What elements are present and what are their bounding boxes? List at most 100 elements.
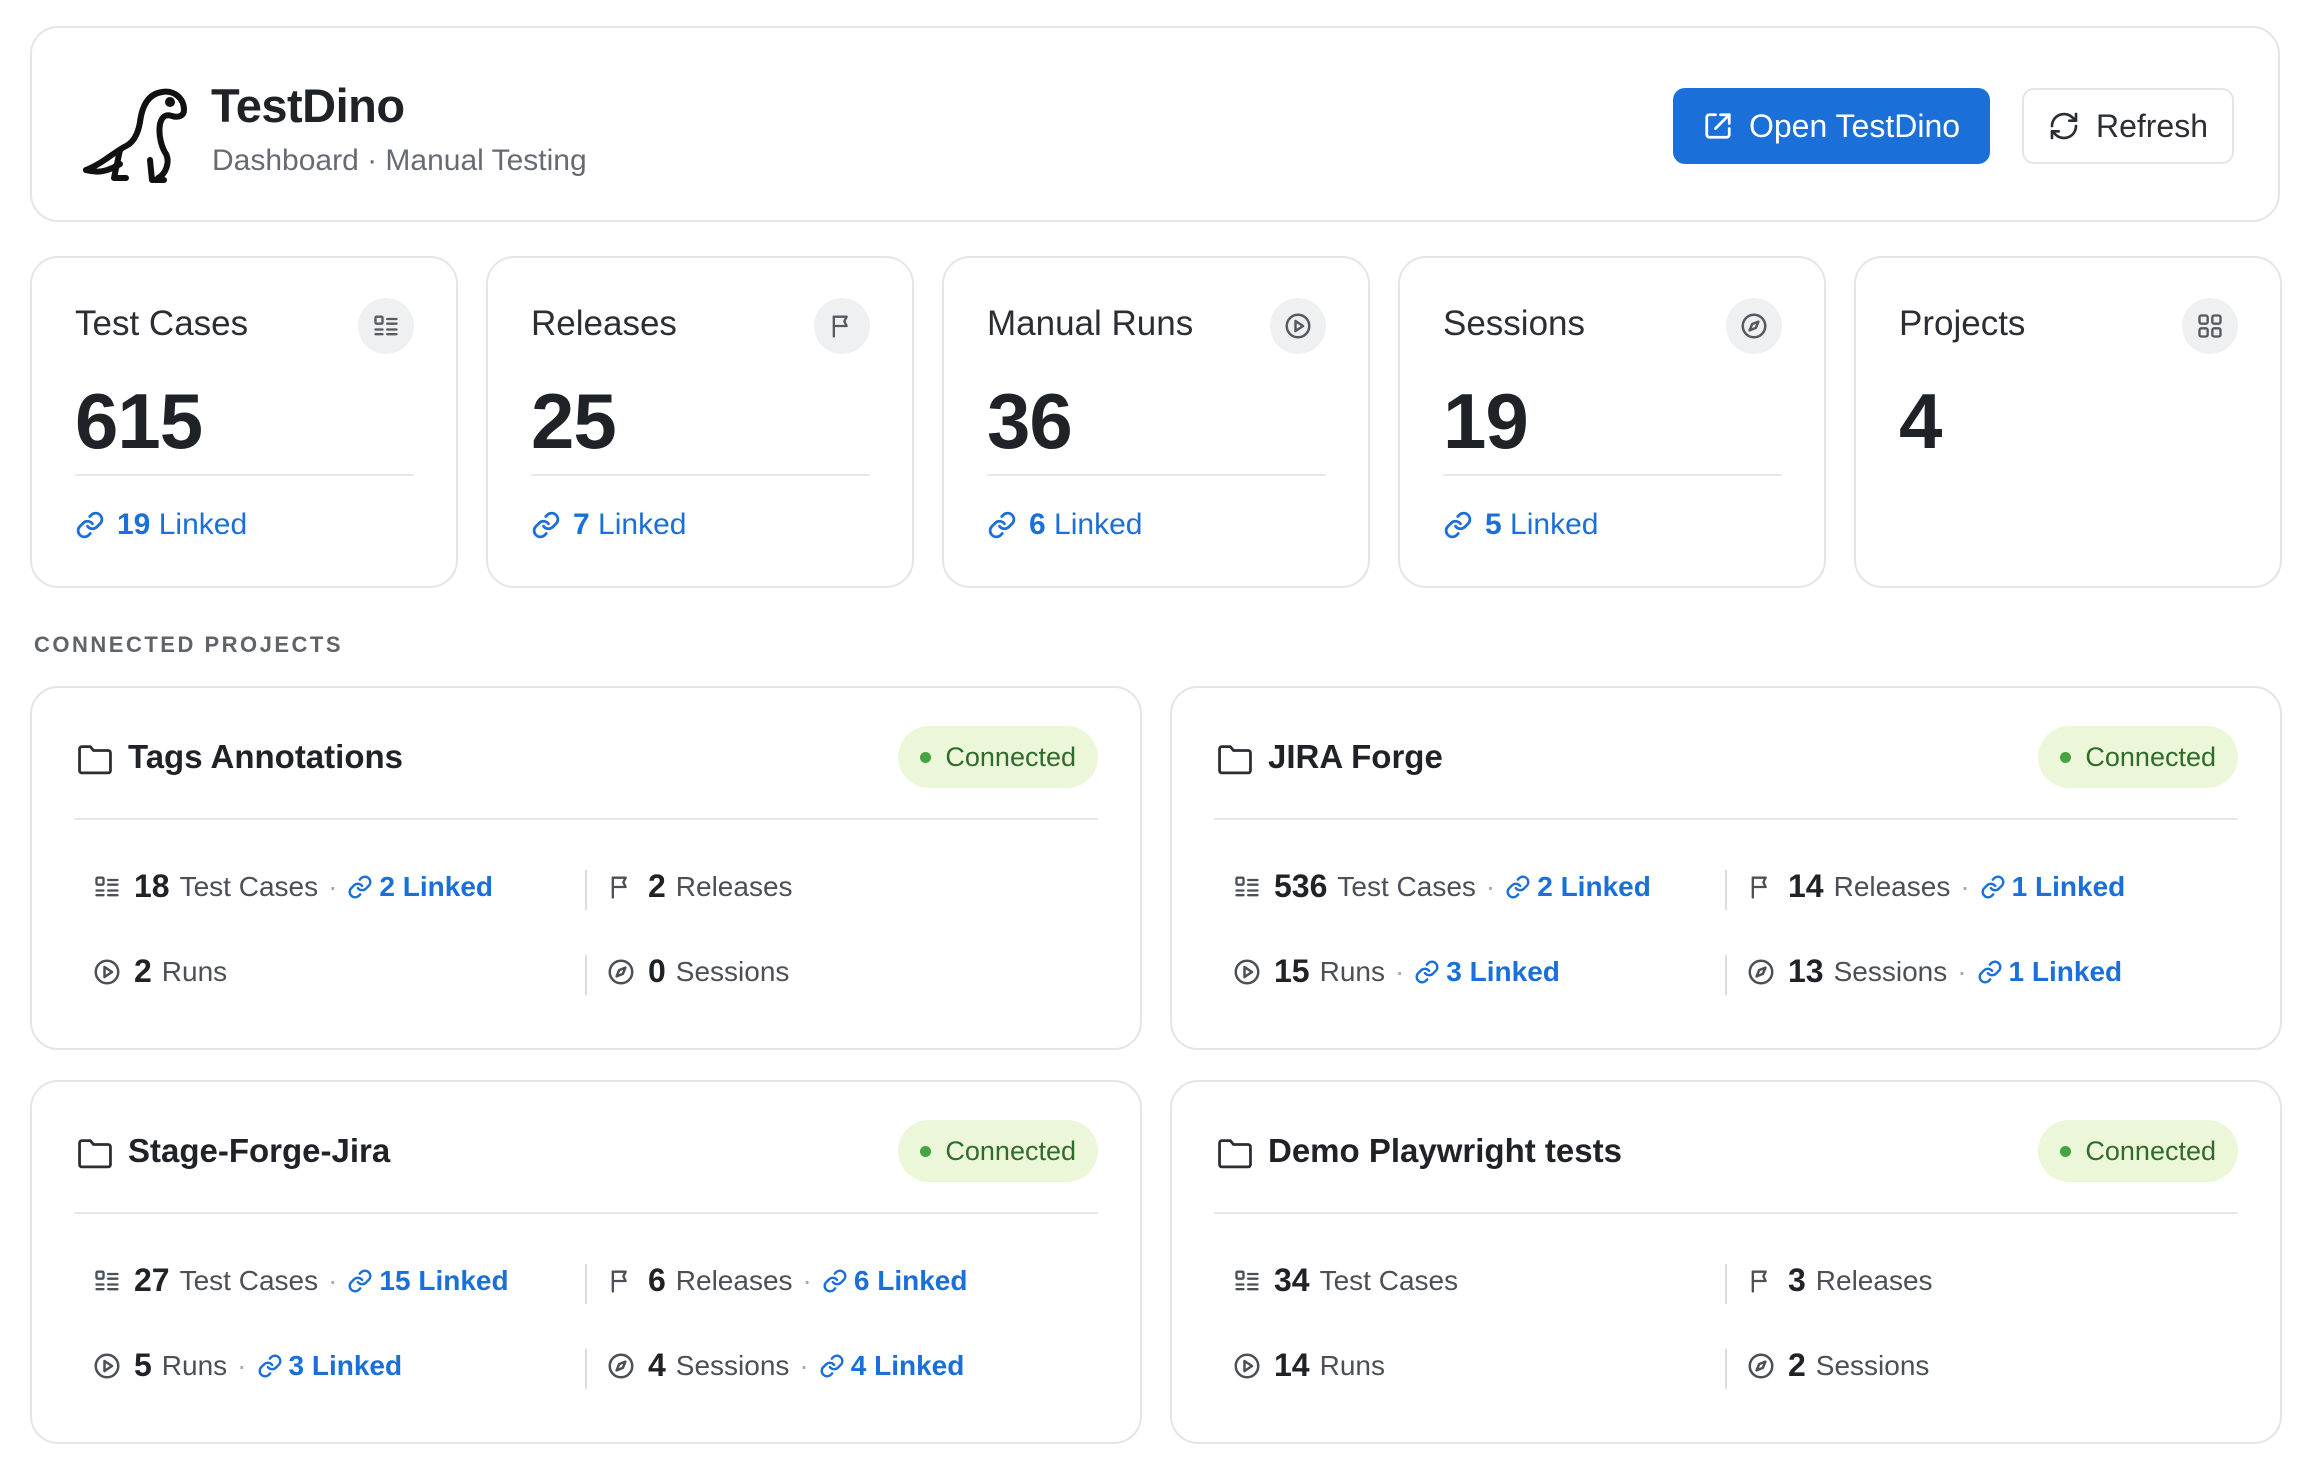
compass-icon	[1746, 957, 1776, 987]
metric-divider	[585, 1264, 587, 1304]
metric-sessions: 13 Sessions · 1 Linked	[1746, 953, 2122, 990]
link-icon	[1444, 511, 1472, 539]
metric-linked-link[interactable]: 15 Linked	[347, 1265, 509, 1297]
external-link-icon	[1705, 113, 1731, 139]
metric-divider	[585, 870, 587, 910]
metric-count: 5	[134, 1347, 152, 1383]
link-icon	[823, 1269, 847, 1292]
metric-label: Sessions	[1815, 1349, 1930, 1381]
metric-label: Releases	[675, 1264, 793, 1296]
status-badge: Connected	[2038, 1120, 2238, 1182]
metric-linked-count: 2	[379, 870, 395, 902]
project-card[interactable]: Tags Annotations Connected 18 Test Cases…	[30, 686, 1142, 1050]
metric-sessions: 4 Sessions · 4 Linked	[606, 1347, 964, 1384]
metric-linked-link[interactable]: 3 Linked	[257, 1349, 403, 1382]
metric-runs: 14 Runs	[1232, 1347, 1385, 1384]
metric-label: Runs	[161, 955, 228, 987]
metric-linked-count: 4	[850, 1349, 867, 1381]
metric-test-cases: 536 Test Cases · 2 Linked	[1232, 868, 1651, 905]
metric-separator: ·	[237, 1349, 247, 1381]
metric-linked-word: Linked	[311, 1349, 403, 1381]
stat-linked-link[interactable]: 19 Linked	[75, 508, 247, 542]
stat-card-sessions[interactable]: Sessions 19 5 Linked	[1398, 256, 1826, 588]
metric-linked-word: Linked	[874, 1349, 965, 1381]
metric-releases: 3 Releases	[1746, 1262, 1933, 1299]
metric-releases: 6 Releases · 6 Linked	[606, 1262, 967, 1299]
metric-count: 6	[648, 1262, 666, 1298]
status-label: Connected	[2085, 1135, 2216, 1166]
stat-linked-word: Linked	[1054, 508, 1143, 541]
metric-runs: 2 Runs	[92, 953, 227, 990]
status-label: Connected	[945, 1135, 1076, 1166]
metric-label: Test Cases	[1337, 870, 1476, 902]
dino-logo-icon	[83, 88, 187, 183]
metric-linked-word: Linked	[1469, 955, 1560, 987]
stat-linked-link[interactable]: 6 Linked	[987, 508, 1142, 542]
app-title: TestDino	[211, 79, 405, 132]
metric-linked-link[interactable]: 2 Linked	[347, 871, 493, 903]
list-icon	[1232, 1267, 1262, 1295]
stat-linked-count: 7	[573, 508, 590, 541]
metric-label: Runs	[1319, 955, 1385, 987]
metric-count: 536	[1274, 868, 1328, 904]
metric-test-cases: 18 Test Cases · 2 Linked	[92, 868, 493, 905]
status-dot	[920, 751, 932, 763]
status-badge: Connected	[898, 726, 1098, 788]
project-card[interactable]: Stage-Forge-Jira Connected 27 Test Cases…	[30, 1080, 1142, 1444]
metric-linked-link[interactable]: 1 Linked	[1977, 955, 2123, 988]
metric-separator: ·	[328, 870, 338, 902]
list-icon	[92, 873, 122, 901]
project-card[interactable]: Demo Playwright tests Connected 34 Test …	[1170, 1080, 2282, 1444]
stat-linked-count: 19	[117, 508, 151, 541]
metric-label: Releases	[675, 870, 793, 902]
metric-test-cases: 27 Test Cases · 15 Linked	[92, 1262, 509, 1299]
list-icon	[358, 298, 414, 354]
metric-linked-link[interactable]: 4 Linked	[819, 1349, 965, 1382]
metric-linked-link[interactable]: 6 Linked	[822, 1265, 967, 1297]
status-dot	[2060, 751, 2072, 763]
metric-sessions: 0 Sessions	[606, 953, 789, 990]
stat-card-manual-runs[interactable]: Manual Runs 36 6 Linked	[942, 256, 1370, 588]
compass-icon	[606, 957, 636, 987]
stat-linked-link[interactable]: 7 Linked	[531, 508, 686, 542]
metric-count: 14	[1788, 868, 1824, 904]
refresh-button[interactable]: Refresh	[2022, 88, 2234, 164]
stat-card-releases[interactable]: Releases 25 7 Linked	[486, 256, 914, 588]
metric-linked-link[interactable]: 3 Linked	[1414, 956, 1560, 988]
project-name: Demo Playwright tests	[1268, 1132, 1622, 1169]
status-badge: Connected	[898, 1120, 1098, 1182]
open-testdino-button[interactable]: Open TestDino	[1673, 88, 1990, 164]
project-card[interactable]: JIRA Forge Connected 536 Test Cases · 2 L…	[1170, 686, 2282, 1050]
metric-linked-count: 1	[2008, 955, 2025, 987]
stat-linked-link[interactable]: 5 Linked	[1443, 508, 1598, 542]
stat-label: Projects	[1899, 304, 2026, 343]
project-name: Tags Annotations	[128, 738, 403, 775]
stat-card-projects[interactable]: Projects 4	[1854, 256, 2282, 588]
play-icon	[1232, 1351, 1262, 1381]
stat-linked-count: 5	[1485, 508, 1502, 541]
link-icon	[76, 511, 104, 539]
metric-label: Runs	[161, 1349, 228, 1381]
metric-count: 34	[1274, 1262, 1310, 1298]
compass-icon	[606, 1351, 636, 1381]
metric-separator: ·	[799, 1349, 809, 1381]
metric-linked-link[interactable]: 1 Linked	[1980, 871, 2125, 903]
folder-icon	[1218, 745, 1252, 775]
link-icon	[1506, 875, 1530, 898]
metric-linked-word: Linked	[2031, 955, 2123, 987]
metric-label: Test Cases	[179, 1264, 319, 1296]
play-icon	[1270, 298, 1326, 354]
stat-card-test-cases[interactable]: Test Cases 615 19 Linked	[30, 256, 458, 588]
stat-divider	[987, 474, 1326, 476]
stat-value: 25	[531, 377, 617, 465]
compass-icon	[1726, 298, 1782, 354]
link-icon	[348, 875, 372, 898]
metric-linked-link[interactable]: 2 Linked	[1505, 871, 1651, 903]
stat-linked-word: Linked	[598, 508, 687, 541]
metric-count: 13	[1788, 953, 1824, 989]
project-name: Stage-Forge-Jira	[128, 1132, 391, 1169]
stat-label: Test Cases	[75, 304, 249, 343]
metric-label: Sessions	[675, 1349, 790, 1381]
metric-divider	[1725, 955, 1727, 995]
metric-label: Releases	[1815, 1264, 1933, 1296]
